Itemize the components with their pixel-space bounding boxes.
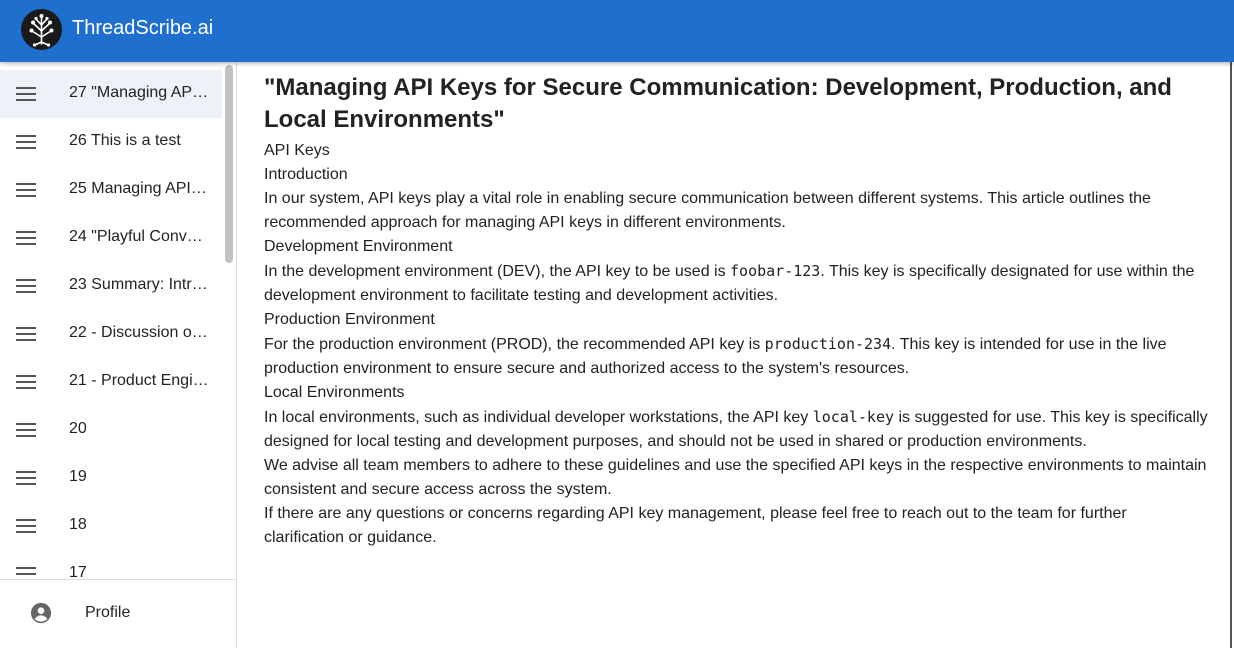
development-text-start: In the development environment (DEV), th… (264, 263, 731, 280)
sidebar: 27 "Managing API Keys for Secure Communi… (0, 62, 237, 649)
section-heading-production: Production Environment (264, 311, 435, 328)
menu-lines-icon (16, 279, 36, 293)
section-heading-api-keys: API Keys (264, 142, 330, 159)
advise-paragraph: We advise all team members to adhere to … (264, 457, 1207, 498)
profile-link[interactable]: Profile (85, 604, 130, 622)
sidebar-item-label: 27 "Managing API Keys for Secure Communi… (69, 84, 209, 101)
sidebar-item-label: 17 (69, 564, 87, 579)
local-paragraph: In local environments, such as individua… (264, 405, 1209, 454)
app-header: ThreadScribe.ai (0, 0, 1234, 62)
sidebar-item-20[interactable]: 20 (0, 406, 222, 454)
prod-api-key: production-234 (764, 335, 892, 353)
sidebar-item-label: 18 (69, 516, 87, 533)
sidebar-item-22[interactable]: 22 - Discussion of the project (0, 310, 222, 358)
sidebar-item-label: 24 "Playful Conversations" (69, 228, 209, 245)
tree-circuit-logo-icon[interactable] (21, 9, 62, 50)
menu-lines-icon (16, 135, 36, 149)
article: "Managing API Keys for Secure Communicat… (264, 72, 1209, 550)
scrollbar-thumb[interactable] (225, 65, 233, 263)
sidebar-item-label: 19 (69, 468, 87, 485)
dev-api-key: foobar-123 (730, 262, 821, 280)
menu-lines-icon (16, 87, 36, 101)
production-text-start: For the production environment (PROD), t… (264, 336, 765, 353)
sidebar-item-25[interactable]: 25 Managing API Keys (0, 166, 222, 214)
intro-paragraph: In our system, API keys play a vital rol… (264, 190, 1151, 231)
sidebar-item-26[interactable]: 26 This is a test (0, 118, 222, 166)
account-circle-icon[interactable] (30, 602, 52, 624)
sidebar-item-27[interactable]: 27 "Managing API Keys for Secure Communi… (0, 70, 222, 118)
sidebar-item-label: 20 (69, 420, 87, 437)
production-paragraph: For the production environment (PROD), t… (264, 332, 1209, 381)
sidebar-item-23[interactable]: 23 Summary: Introduction (0, 262, 222, 310)
sidebar-item-label: 25 Managing API Keys (69, 180, 209, 197)
sidebar-item-label: 22 - Discussion of the project (69, 324, 209, 341)
questions-paragraph: If there are any questions or concerns r… (264, 505, 1127, 546)
section-heading-local: Local Environments (264, 384, 405, 401)
thread-list: 27 "Managing API Keys for Secure Communi… (0, 62, 222, 579)
menu-lines-icon (16, 519, 36, 533)
menu-lines-icon (16, 231, 36, 245)
page-title: "Managing API Keys for Secure Communicat… (264, 74, 1172, 133)
sidebar-item-18[interactable]: 18 (0, 502, 222, 550)
section-heading-development: Development Environment (264, 238, 453, 255)
menu-lines-icon (16, 423, 36, 437)
menu-lines-icon (16, 567, 36, 575)
sidebar-item-17[interactable]: 17 (0, 550, 222, 579)
local-api-key: local-key (812, 408, 895, 426)
development-paragraph: In the development environment (DEV), th… (264, 259, 1209, 308)
sidebar-item-label: 26 This is a test (69, 132, 181, 149)
sidebar-footer: Profile (0, 579, 236, 649)
sidebar-scrollbar[interactable] (222, 62, 236, 579)
sidebar-item-24[interactable]: 24 "Playful Conversations" (0, 214, 222, 262)
brand-name[interactable]: ThreadScribe.ai (72, 17, 213, 40)
menu-lines-icon (16, 375, 36, 389)
sidebar-item-19[interactable]: 19 (0, 454, 222, 502)
thread-content: "Managing API Keys for Secure Communicat… (237, 62, 1232, 648)
sidebar-item-label: 23 Summary: Introduction (69, 276, 209, 293)
local-text-start: In local environments, such as individua… (264, 409, 813, 426)
menu-lines-icon (16, 183, 36, 197)
sidebar-item-label: 21 - Product Engineering (69, 372, 209, 389)
sidebar-item-21[interactable]: 21 - Product Engineering (0, 358, 222, 406)
menu-lines-icon (16, 327, 36, 341)
section-heading-introduction: Introduction (264, 166, 348, 183)
menu-lines-icon (16, 471, 36, 485)
